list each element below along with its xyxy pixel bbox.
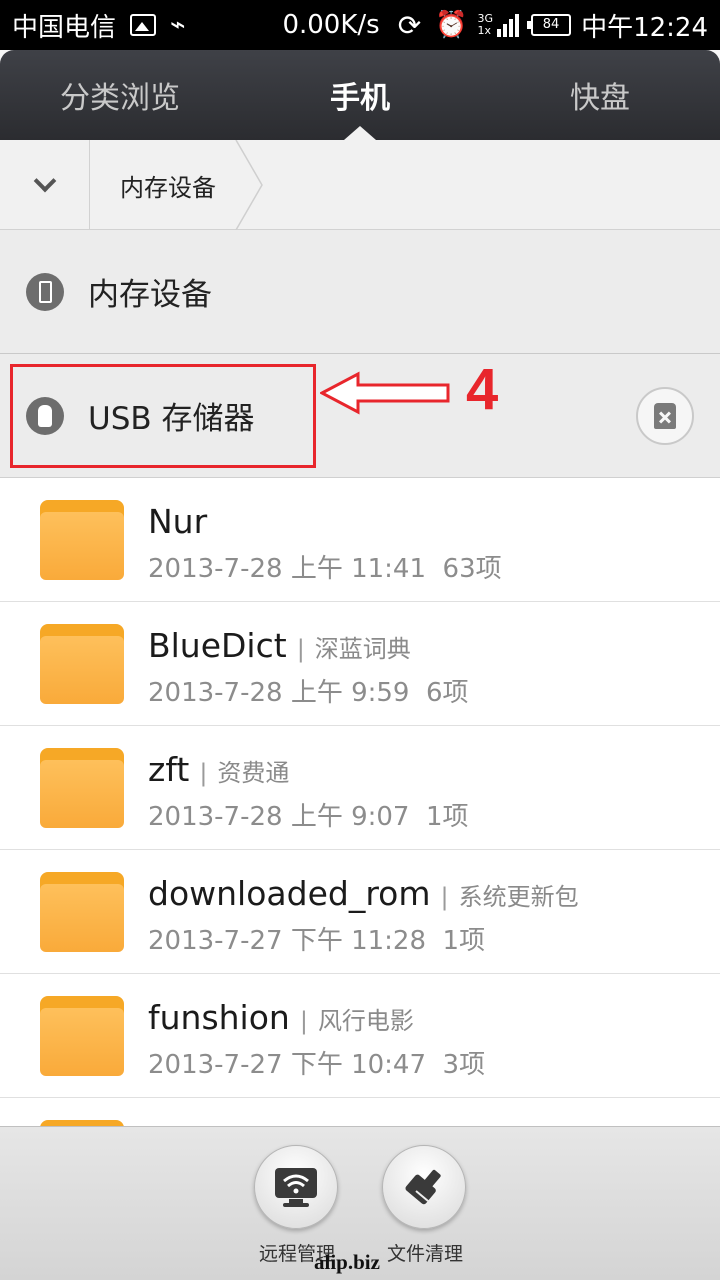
file-name: downloaded_rom | 系统更新包 (148, 874, 579, 913)
folder-icon (40, 500, 124, 580)
file-row-downloaded-rom[interactable]: downloaded_rom | 系统更新包 2013-7-27 下午 11:28 … (0, 850, 720, 974)
phone-icon (26, 272, 64, 311)
tab-phone[interactable]: 手机 (240, 50, 480, 140)
file-name: funshion | 风行电影 (148, 998, 414, 1037)
annotation-arrow-icon (320, 371, 450, 415)
tab-category-browse[interactable]: 分类浏览 (0, 50, 240, 140)
signal-strength-icon (497, 13, 520, 37)
tab-bar: 分类浏览 手机 快盘 (0, 50, 720, 140)
file-meta: 2013-7-28 上午 9:07 1项 (148, 802, 469, 832)
tab-kuaipan[interactable]: 快盘 (480, 50, 720, 140)
folder-icon (40, 624, 124, 704)
alarm-clock-icon: ⏰ (435, 10, 468, 40)
file-cleanup-button[interactable] (382, 1145, 466, 1229)
file-meta: 2013-7-28 上午 11:41 63项 (148, 554, 502, 584)
file-name: Nur (148, 502, 208, 541)
file-list: Nur 2013-7-28 上午 11:41 63项 BlueDict | 深蓝词典… (0, 478, 720, 1222)
file-name: zft | 资费通 (148, 750, 290, 789)
sync-icon: ⟳ (397, 8, 422, 42)
carrier-name: 中国电信 (12, 12, 117, 43)
breadcrumb-separator (235, 140, 263, 230)
clock: 中午12:24 (581, 12, 708, 43)
annotation-highlight-box (10, 364, 316, 468)
network-type-bottom: 1x (477, 24, 492, 37)
monitor-wifi-icon (275, 1168, 317, 1207)
status-bar: 中国电信 ⌁ 0.00K/s ⟳ ⏰ 3G 1x 84 中午12:24 (0, 0, 720, 50)
usb-eject-button[interactable] (636, 387, 694, 445)
file-cleanup-label: 文件清理 (386, 1243, 463, 1265)
storage-internal-label: 内存设备 (88, 277, 212, 313)
picture-notification-icon (130, 14, 157, 36)
file-meta: 2013-7-28 上午 9:59 6项 (148, 678, 469, 708)
usb-eject-icon (654, 403, 676, 429)
battery-icon: 84 (527, 14, 572, 36)
file-row-bluedict[interactable]: BlueDict | 深蓝词典 2013-7-28 上午 9:59 6项 (0, 602, 720, 726)
remote-management-button[interactable] (254, 1145, 338, 1229)
file-meta: 2013-7-27 下午 10:47 3项 (148, 1050, 486, 1080)
file-row-funshion[interactable]: funshion | 风行电影 2013-7-27 下午 10:47 3项 (0, 974, 720, 1098)
network-type: 3G 1x (478, 13, 494, 37)
breadcrumb-dropdown-button[interactable] (0, 140, 90, 230)
watermark-text: alip.biz (314, 1250, 380, 1274)
folder-icon (40, 996, 124, 1076)
broom-icon (405, 1169, 441, 1205)
folder-icon (40, 872, 124, 952)
storage-internal[interactable]: 内存设备 (0, 230, 720, 354)
folder-icon (40, 748, 124, 828)
annotation-step-number: 4 (466, 357, 499, 422)
file-row-zft[interactable]: zft | 资费通 2013-7-28 上午 9:07 1项 (0, 726, 720, 850)
file-name: BlueDict | 深蓝词典 (148, 626, 411, 665)
file-meta: 2013-7-27 下午 11:28 1项 (148, 926, 486, 956)
chevron-down-icon (33, 169, 56, 193)
breadcrumb: 内存设备 (0, 140, 720, 230)
network-speed: 0.00K/s (282, 10, 380, 40)
file-row-nur[interactable]: Nur 2013-7-28 上午 11:41 63项 (0, 478, 720, 602)
usb-icon: ⌁ (170, 10, 186, 40)
